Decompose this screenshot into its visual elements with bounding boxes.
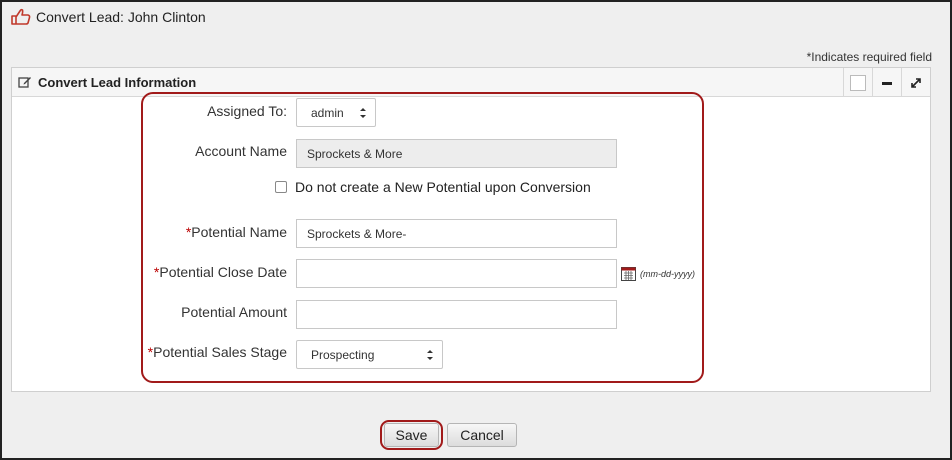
assigned-to-value: admin (311, 105, 344, 120)
potential-close-date-input[interactable] (296, 259, 617, 288)
potential-sales-stage-label: *Potential Sales Stage (87, 344, 287, 360)
select-arrows-icon (360, 108, 366, 118)
potential-amount-input[interactable] (296, 300, 617, 329)
required-field-note: *Indicates required field (806, 50, 932, 64)
calendar-icon[interactable] (621, 266, 636, 281)
select-arrows-icon (427, 350, 433, 360)
panel-expand-button[interactable] (901, 68, 930, 97)
panel-select-toggle[interactable] (843, 68, 872, 97)
expand-icon (911, 77, 921, 88)
assigned-to-select[interactable]: admin (296, 98, 376, 127)
checkbox-square-icon (850, 74, 866, 91)
potential-name-input[interactable]: Sprockets & More- (296, 219, 617, 248)
date-format-hint: (mm-dd-yyyy) (640, 269, 695, 279)
page-title: Convert Lead: John Clinton (36, 9, 206, 25)
no-potential-checkbox[interactable] (275, 181, 287, 193)
potential-name-value: Sprockets & More- (307, 226, 407, 241)
potential-amount-label: Potential Amount (181, 304, 287, 320)
potential-close-date-label: *Potential Close Date (87, 264, 287, 280)
thumbs-up-lead-icon (10, 8, 32, 26)
potential-sales-stage-select[interactable]: Prospecting (296, 340, 443, 369)
minimize-icon (882, 81, 892, 85)
account-name-label: Account Name (195, 143, 287, 159)
account-name-value: Sprockets & More (307, 146, 403, 161)
no-potential-label: Do not create a New Potential upon Conve… (295, 179, 591, 195)
potential-name-label-text: Potential Name (191, 224, 287, 240)
edit-icon (18, 75, 32, 89)
potential-sales-stage-value: Prospecting (311, 347, 375, 362)
cancel-button[interactable]: Cancel (447, 423, 517, 447)
panel-title: Convert Lead Information (38, 74, 197, 90)
page-header: Convert Lead: John Clinton (10, 7, 206, 27)
panel-tools (843, 68, 930, 97)
potential-sales-stage-label-text: Potential Sales Stage (153, 344, 287, 360)
save-button[interactable]: Save (384, 423, 439, 447)
potential-name-label: *Potential Name (87, 224, 287, 240)
assigned-to-label: Assigned To: (207, 103, 287, 119)
account-name-field: Sprockets & More (296, 139, 617, 168)
potential-close-date-label-text: Potential Close Date (159, 264, 287, 280)
panel-minimize-button[interactable] (872, 68, 901, 97)
